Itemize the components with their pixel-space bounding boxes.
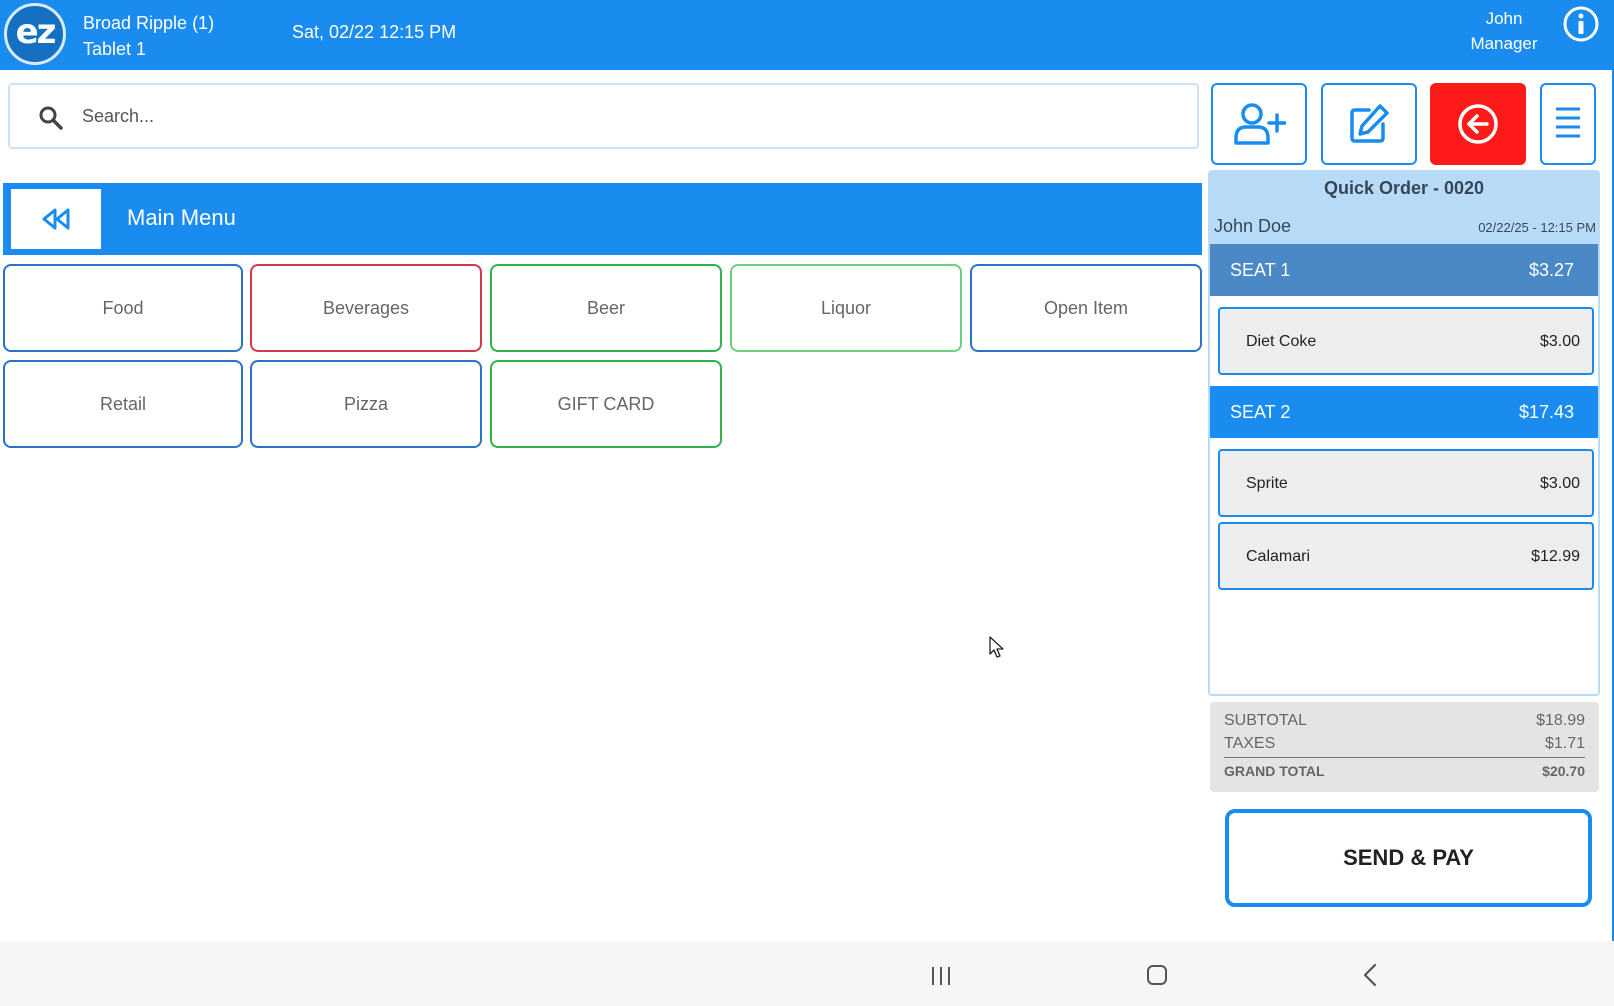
seat-label: SEAT 1	[1230, 260, 1291, 280]
subtotal-label: SUBTOTAL	[1224, 712, 1307, 729]
order-customer[interactable]: John Doe	[1214, 216, 1291, 237]
category-beer[interactable]: Beer	[490, 264, 722, 352]
rewind-icon	[42, 208, 70, 230]
back-exit-button[interactable]	[1430, 83, 1526, 165]
grand-total-label: GRAND TOTAL	[1224, 763, 1325, 779]
pos-screen: ez Broad Ripple (1) Tablet 1 Sat, 02/22 …	[0, 0, 1614, 1006]
category-pizza[interactable]: Pizza	[250, 360, 482, 448]
item-price: $3.00	[1539, 333, 1580, 350]
order-title: Quick Order - 0020	[1323, 178, 1485, 198]
android-nav-bar	[0, 941, 1614, 1006]
order-item[interactable]: Sprite $3.00	[1218, 449, 1594, 517]
item-name: Sprite	[1246, 475, 1288, 492]
send-pay-button[interactable]: SEND & PAY	[1225, 809, 1592, 907]
menu-title: Main Menu	[127, 205, 236, 230]
user-name: John	[1485, 9, 1523, 28]
taxes-row: TAXES $1.71	[1224, 735, 1585, 753]
item-name: Calamari	[1246, 548, 1311, 565]
item-price: $3.00	[1539, 475, 1580, 492]
device-name: Tablet 1	[83, 39, 147, 59]
user-role: Manager	[1470, 34, 1538, 53]
taxes-value: $1.71	[1544, 735, 1585, 752]
home-icon[interactable]	[1147, 965, 1167, 985]
totals-divider	[1224, 757, 1585, 758]
location-name: Broad Ripple (1)	[83, 13, 215, 33]
menu-back-button[interactable]	[11, 189, 101, 249]
mouse-cursor-icon	[989, 636, 1004, 658]
seat-header-1[interactable]: SEAT 1 $3.27	[1210, 244, 1598, 296]
ez-logo-icon: ez	[4, 3, 66, 65]
item-price: $12.99	[1531, 548, 1580, 565]
taxes-label: TAXES	[1224, 735, 1276, 752]
category-food[interactable]: Food	[3, 264, 243, 352]
hamburger-icon	[1556, 107, 1580, 138]
recent-apps-icon[interactable]	[930, 966, 952, 986]
search-icon	[39, 106, 63, 130]
info-icon[interactable]	[1562, 5, 1600, 43]
top-bar: ez Broad Ripple (1) Tablet 1 Sat, 02/22 …	[0, 0, 1614, 70]
back-icon[interactable]	[1362, 963, 1378, 987]
order-item[interactable]: Diet Coke $3.00	[1218, 307, 1594, 375]
search-input[interactable]	[82, 97, 1182, 135]
category-gift-card[interactable]: GIFT CARD	[490, 360, 722, 448]
edit-button[interactable]	[1321, 83, 1417, 165]
order-date: 02/22/25 - 12:15 PM	[1478, 220, 1596, 235]
edit-icon	[1350, 104, 1389, 143]
main-menu-bar: Main Menu	[3, 183, 1202, 255]
category-beverages[interactable]: Beverages	[250, 264, 482, 352]
seat-total: $17.43	[1518, 402, 1574, 422]
item-name: Diet Coke	[1246, 333, 1317, 350]
location-info: Broad Ripple (1) Tablet 1	[83, 10, 214, 62]
header-datetime: Sat, 02/22 12:15 PM	[292, 22, 457, 42]
order-panel: Quick Order - 0020 John Doe 02/22/25 - 1…	[1208, 170, 1600, 696]
user-info[interactable]: John Manager	[1440, 6, 1568, 56]
category-liquor[interactable]: Liquor	[730, 264, 962, 352]
category-retail[interactable]: Retail	[3, 360, 243, 448]
order-header: Quick Order - 0020 John Doe 02/22/25 - 1…	[1210, 172, 1598, 244]
seat-total: $3.27	[1528, 260, 1574, 280]
order-item[interactable]: Calamari $12.99	[1218, 522, 1594, 590]
grand-total-row: GRAND TOTAL $20.70	[1224, 763, 1585, 779]
seat-header-2[interactable]: SEAT 2 $17.43	[1210, 386, 1598, 438]
grand-total-value: $20.70	[1542, 763, 1585, 779]
order-totals: SUBTOTAL $18.99 TAXES $1.71 GRAND TOTAL …	[1210, 702, 1599, 792]
subtotal-row: SUBTOTAL $18.99	[1224, 712, 1585, 730]
category-open-item[interactable]: Open Item	[970, 264, 1202, 352]
search-box[interactable]	[8, 83, 1199, 149]
subtotal-value: $18.99	[1536, 712, 1585, 729]
user-plus-icon	[1234, 103, 1286, 145]
arrow-left-circle-icon	[1458, 104, 1498, 144]
menu-button[interactable]	[1540, 83, 1596, 165]
add-customer-button[interactable]	[1211, 83, 1307, 165]
seat-label: SEAT 2	[1230, 402, 1291, 422]
